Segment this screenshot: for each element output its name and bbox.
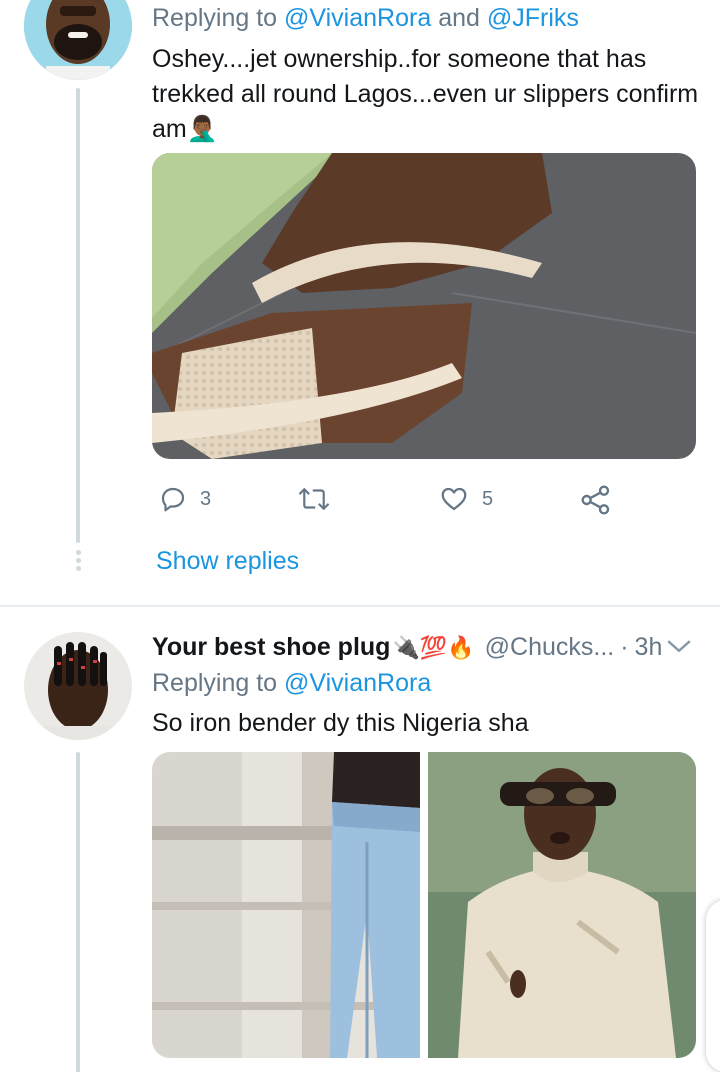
heart-icon xyxy=(441,487,467,511)
reply-icon xyxy=(161,487,185,512)
thread-line xyxy=(76,752,80,1072)
tweet-text: So iron bender dy this Nigeria sha xyxy=(152,709,529,737)
share-icon xyxy=(581,485,610,515)
sweater-photo xyxy=(428,752,696,1058)
floating-button-edge[interactable] xyxy=(706,900,720,1072)
mention-link[interactable]: @VivianRora xyxy=(284,669,431,697)
display-name[interactable]: Your best shoe plug xyxy=(152,633,390,662)
avatar[interactable] xyxy=(24,0,132,80)
jeans-photo xyxy=(152,752,420,1058)
avatar[interactable] xyxy=(24,632,132,740)
like-count: 5 xyxy=(482,487,494,510)
reply-count: 3 xyxy=(200,487,212,510)
tweet-header: Your best shoe plug 🔌💯🔥 @Chucks... · 3h xyxy=(152,633,662,662)
avatar-photo xyxy=(24,632,132,740)
replying-to: Replying to @VivianRora and @JFriks xyxy=(152,4,579,32)
replying-to: Replying to @VivianRora xyxy=(152,669,432,697)
tweet-image-slippers[interactable] xyxy=(152,153,696,459)
thread-line xyxy=(76,88,80,543)
more-options-button[interactable] xyxy=(664,634,694,663)
share-button[interactable] xyxy=(580,484,612,516)
like-button[interactable]: 5 xyxy=(438,484,493,514)
separator: · xyxy=(620,633,629,661)
retweet-button[interactable] xyxy=(297,484,331,514)
avatar-photo xyxy=(24,0,132,80)
user-handle[interactable]: @Chucks... xyxy=(485,633,615,662)
show-replies-link[interactable]: Show replies xyxy=(156,547,299,576)
name-emojis: 🔌💯🔥 xyxy=(392,634,475,660)
retweet-icon xyxy=(298,487,330,511)
mention-link[interactable]: @JFriks xyxy=(487,4,579,32)
tweet-divider xyxy=(0,605,720,607)
timeline: Replying to @VivianRora and @JFriks Oshe… xyxy=(0,0,720,1072)
timestamp[interactable]: 3h xyxy=(635,633,663,662)
mention-link[interactable]: @VivianRora xyxy=(284,4,431,32)
chevron-down-icon xyxy=(667,640,691,653)
tweet-text: Oshey....jet ownership..for someone that… xyxy=(152,45,699,143)
tweet-image-right[interactable] xyxy=(428,752,696,1058)
reply-button[interactable]: 3 xyxy=(158,484,211,514)
tweet-image-left[interactable] xyxy=(152,752,420,1058)
slippers-photo xyxy=(152,153,696,459)
thread-continuation-dots xyxy=(76,550,81,574)
